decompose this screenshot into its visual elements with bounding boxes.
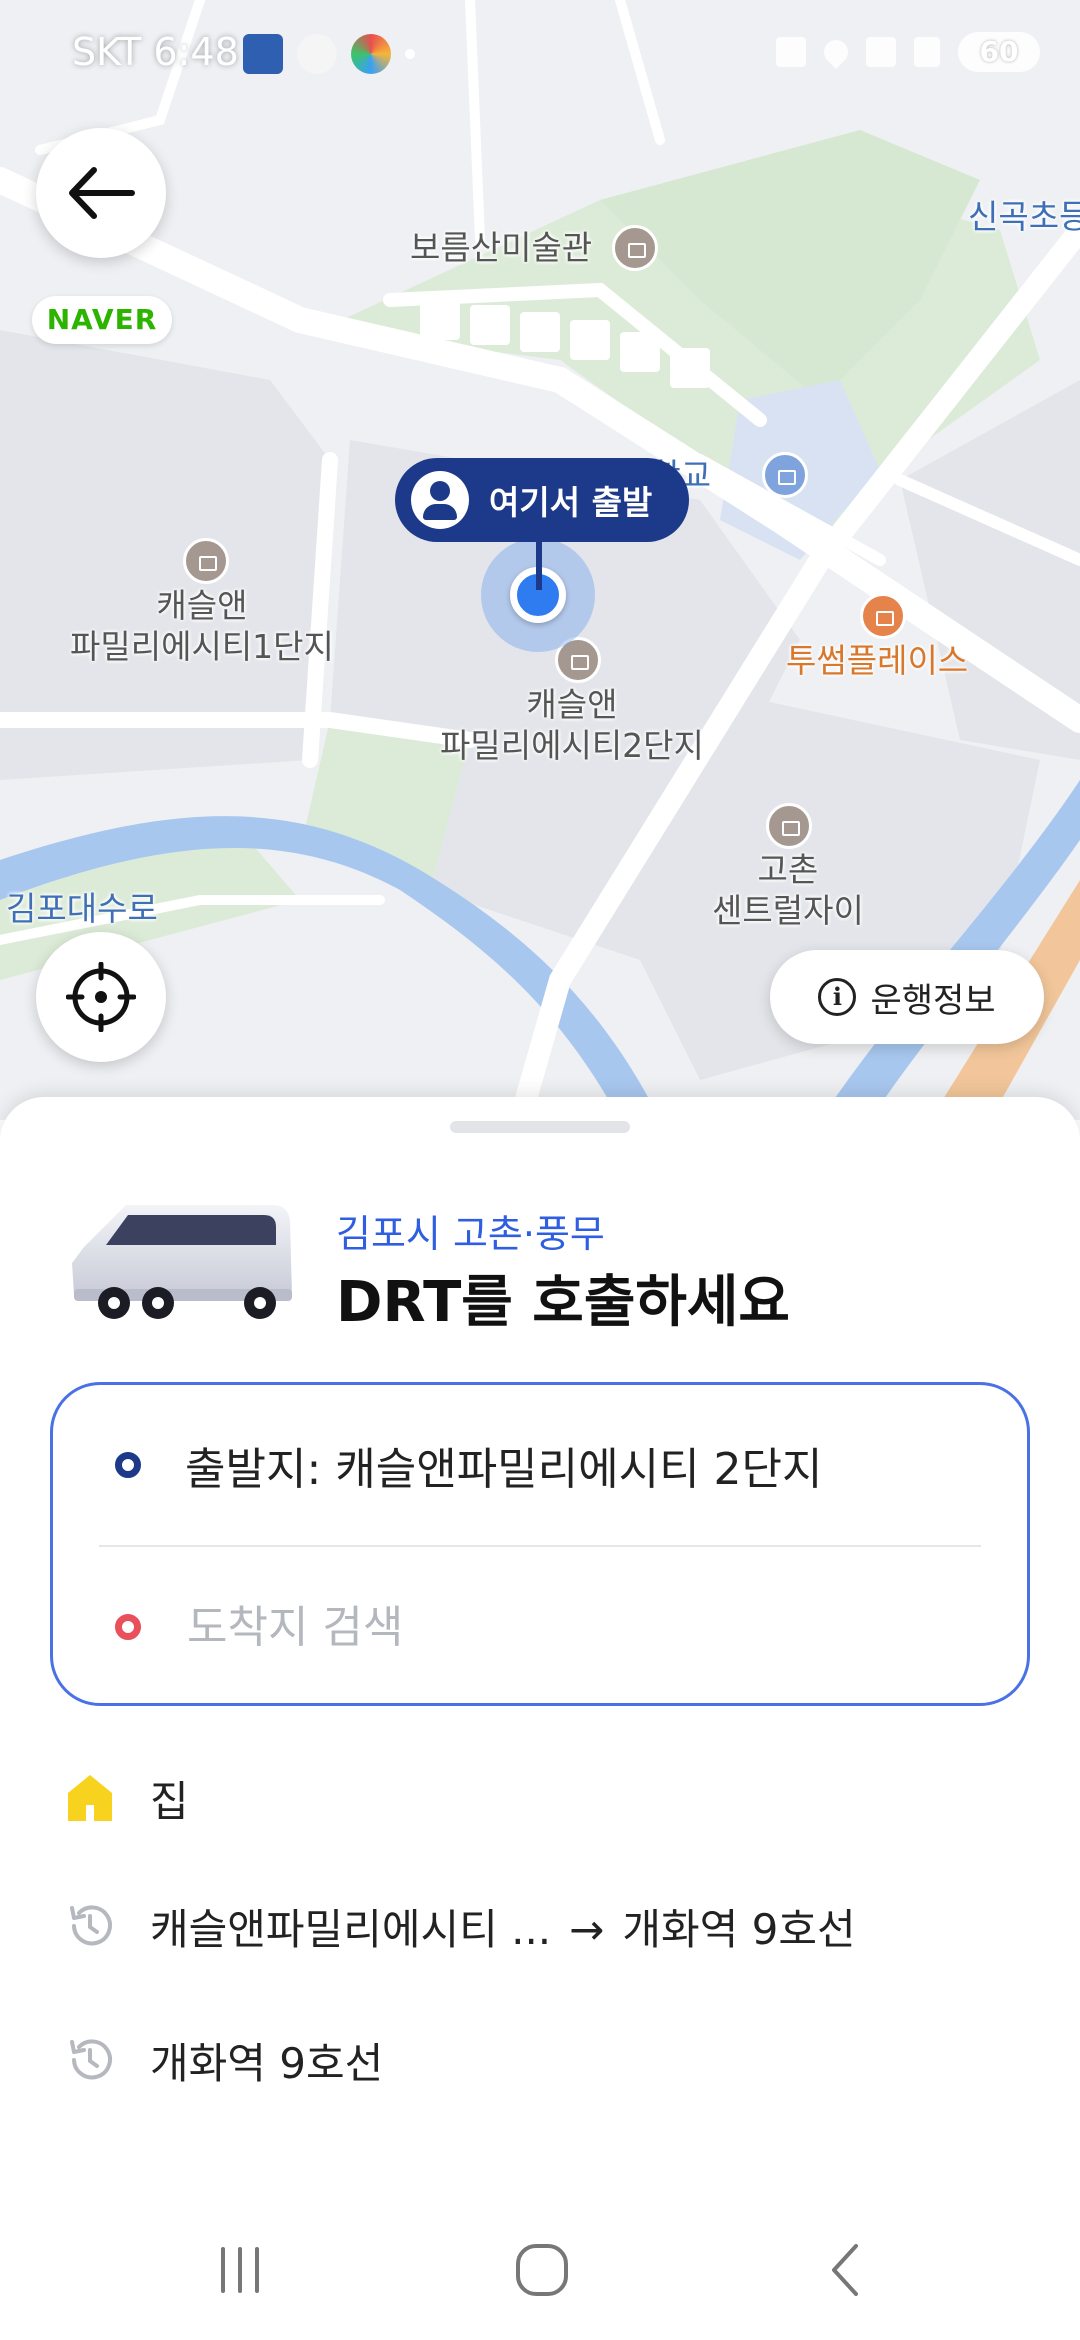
home-nav-button[interactable] — [482, 2240, 602, 2300]
recent-route-from: 캐슬앤파밀리에시티 ... — [150, 1904, 552, 1954]
back-nav-button[interactable] — [786, 2240, 906, 2300]
map-view[interactable]: 보름산미술관 중학교 캐슬앤 파밀리에시티1단지 캐슬앤 파밀리에시티2단지 투… — [0, 0, 1080, 1120]
road-label: 김포대수로 — [6, 889, 158, 928]
history-icon — [70, 2039, 112, 2080]
pin-stem — [536, 540, 542, 590]
home-label: 집 — [150, 1776, 189, 1826]
apartment-icon — [766, 803, 812, 849]
home-shortcut[interactable]: 집 — [0, 1738, 1080, 1858]
status-bar: SKT 6:48 60 — [0, 0, 1080, 110]
museum-icon — [612, 225, 658, 271]
origin-text: 출발지: 캐슬앤파밀리에시티 2단지 — [185, 1444, 823, 1495]
more-dot-icon — [405, 49, 415, 59]
poi-apt1-label[interactable]: 캐슬앤 파밀리에시티1단지 — [70, 585, 334, 667]
app-icon — [351, 34, 391, 74]
recents-nav-button[interactable] — [180, 2240, 300, 2300]
signal-icon — [914, 37, 940, 67]
system-nav-bar — [0, 2200, 1080, 2340]
5g-icon — [866, 37, 896, 67]
home-circle-icon — [516, 2244, 568, 2296]
mute-icon — [776, 37, 806, 67]
status-time: SKT 6:48 — [72, 30, 239, 74]
recent-route-to: 개화역 9호선 — [622, 1904, 856, 1954]
sheet-title: DRT를 호출하세요 — [336, 1270, 790, 1335]
recent-apps-icon — [221, 2247, 259, 2293]
destination-field[interactable] — [53, 1547, 1027, 1707]
arrow-left-icon — [69, 167, 135, 219]
notification-icons — [243, 34, 415, 74]
info-icon: i — [818, 978, 857, 1016]
chevron-left-icon — [832, 2244, 858, 2296]
recenter-button[interactable] — [36, 932, 166, 1062]
recent-place-label: 개화역 9호선 — [150, 2038, 384, 2088]
crosshair-icon — [66, 962, 136, 1032]
cup-icon — [297, 34, 337, 74]
recent-route-text: 캐슬앤파밀리에시티 ... → 개화역 9호선 — [150, 1896, 856, 1957]
van-icon — [72, 1205, 292, 1319]
person-icon — [411, 471, 469, 529]
start-here-pin[interactable]: 여기서 출발 — [395, 458, 689, 542]
destination-search-input[interactable] — [185, 1600, 889, 1654]
history-icon — [70, 1905, 112, 1946]
operation-info-label: 운행정보 — [870, 980, 996, 1021]
pin-label: 여기서 출발 — [489, 483, 653, 522]
school-icon — [762, 452, 808, 498]
back-button[interactable] — [36, 128, 166, 258]
sheet-drag-handle[interactable] — [450, 1121, 630, 1133]
apartment-icon — [183, 538, 229, 584]
system-icons: 60 — [776, 32, 1040, 72]
origin-field[interactable]: 출발지: 캐슬앤파밀리에시티 2단지 — [53, 1385, 1027, 1545]
service-region: 김포시 고촌·풍무 — [336, 1212, 605, 1256]
poi-apt2-label[interactable]: 캐슬앤 파밀리에시티2단지 — [440, 684, 704, 766]
route-input-card: 출발지: 캐슬앤파밀리에시티 2단지 — [50, 1382, 1030, 1706]
destination-dot-icon — [115, 1614, 141, 1640]
app-notification-icon — [243, 34, 283, 74]
origin-dot-icon — [115, 1452, 141, 1478]
poi-gallery-label[interactable]: 보름산미술관 — [410, 227, 592, 268]
carrier-label: SKT — [72, 30, 142, 74]
location-icon — [819, 35, 853, 69]
poi-central-label[interactable]: 고촌 센트럴자이 — [712, 849, 864, 931]
clock: 6:48 — [153, 30, 239, 74]
bottom-sheet: 김포시 고촌·풍무 DRT를 호출하세요 출발지: 캐슬앤파밀리에시티 2단지 — [0, 1097, 1080, 2340]
operation-info-button[interactable]: i 운행정보 — [770, 950, 1044, 1044]
recent-place[interactable]: 개화역 9호선 — [0, 2000, 1080, 2120]
cafe-icon — [860, 593, 906, 639]
poi-elementary-label[interactable]: 신곡초등 — [968, 196, 1080, 237]
recent-route[interactable]: 캐슬앤파밀리에시티 ... → 개화역 9호선 — [0, 1866, 1080, 1986]
arrow-right-icon: → — [569, 1904, 605, 1954]
naver-logo: NAVER — [32, 296, 172, 344]
poi-cafe-label[interactable]: 투썸플레이스 — [786, 640, 968, 681]
battery-indicator: 60 — [958, 32, 1040, 72]
home-icon — [68, 1775, 112, 1821]
